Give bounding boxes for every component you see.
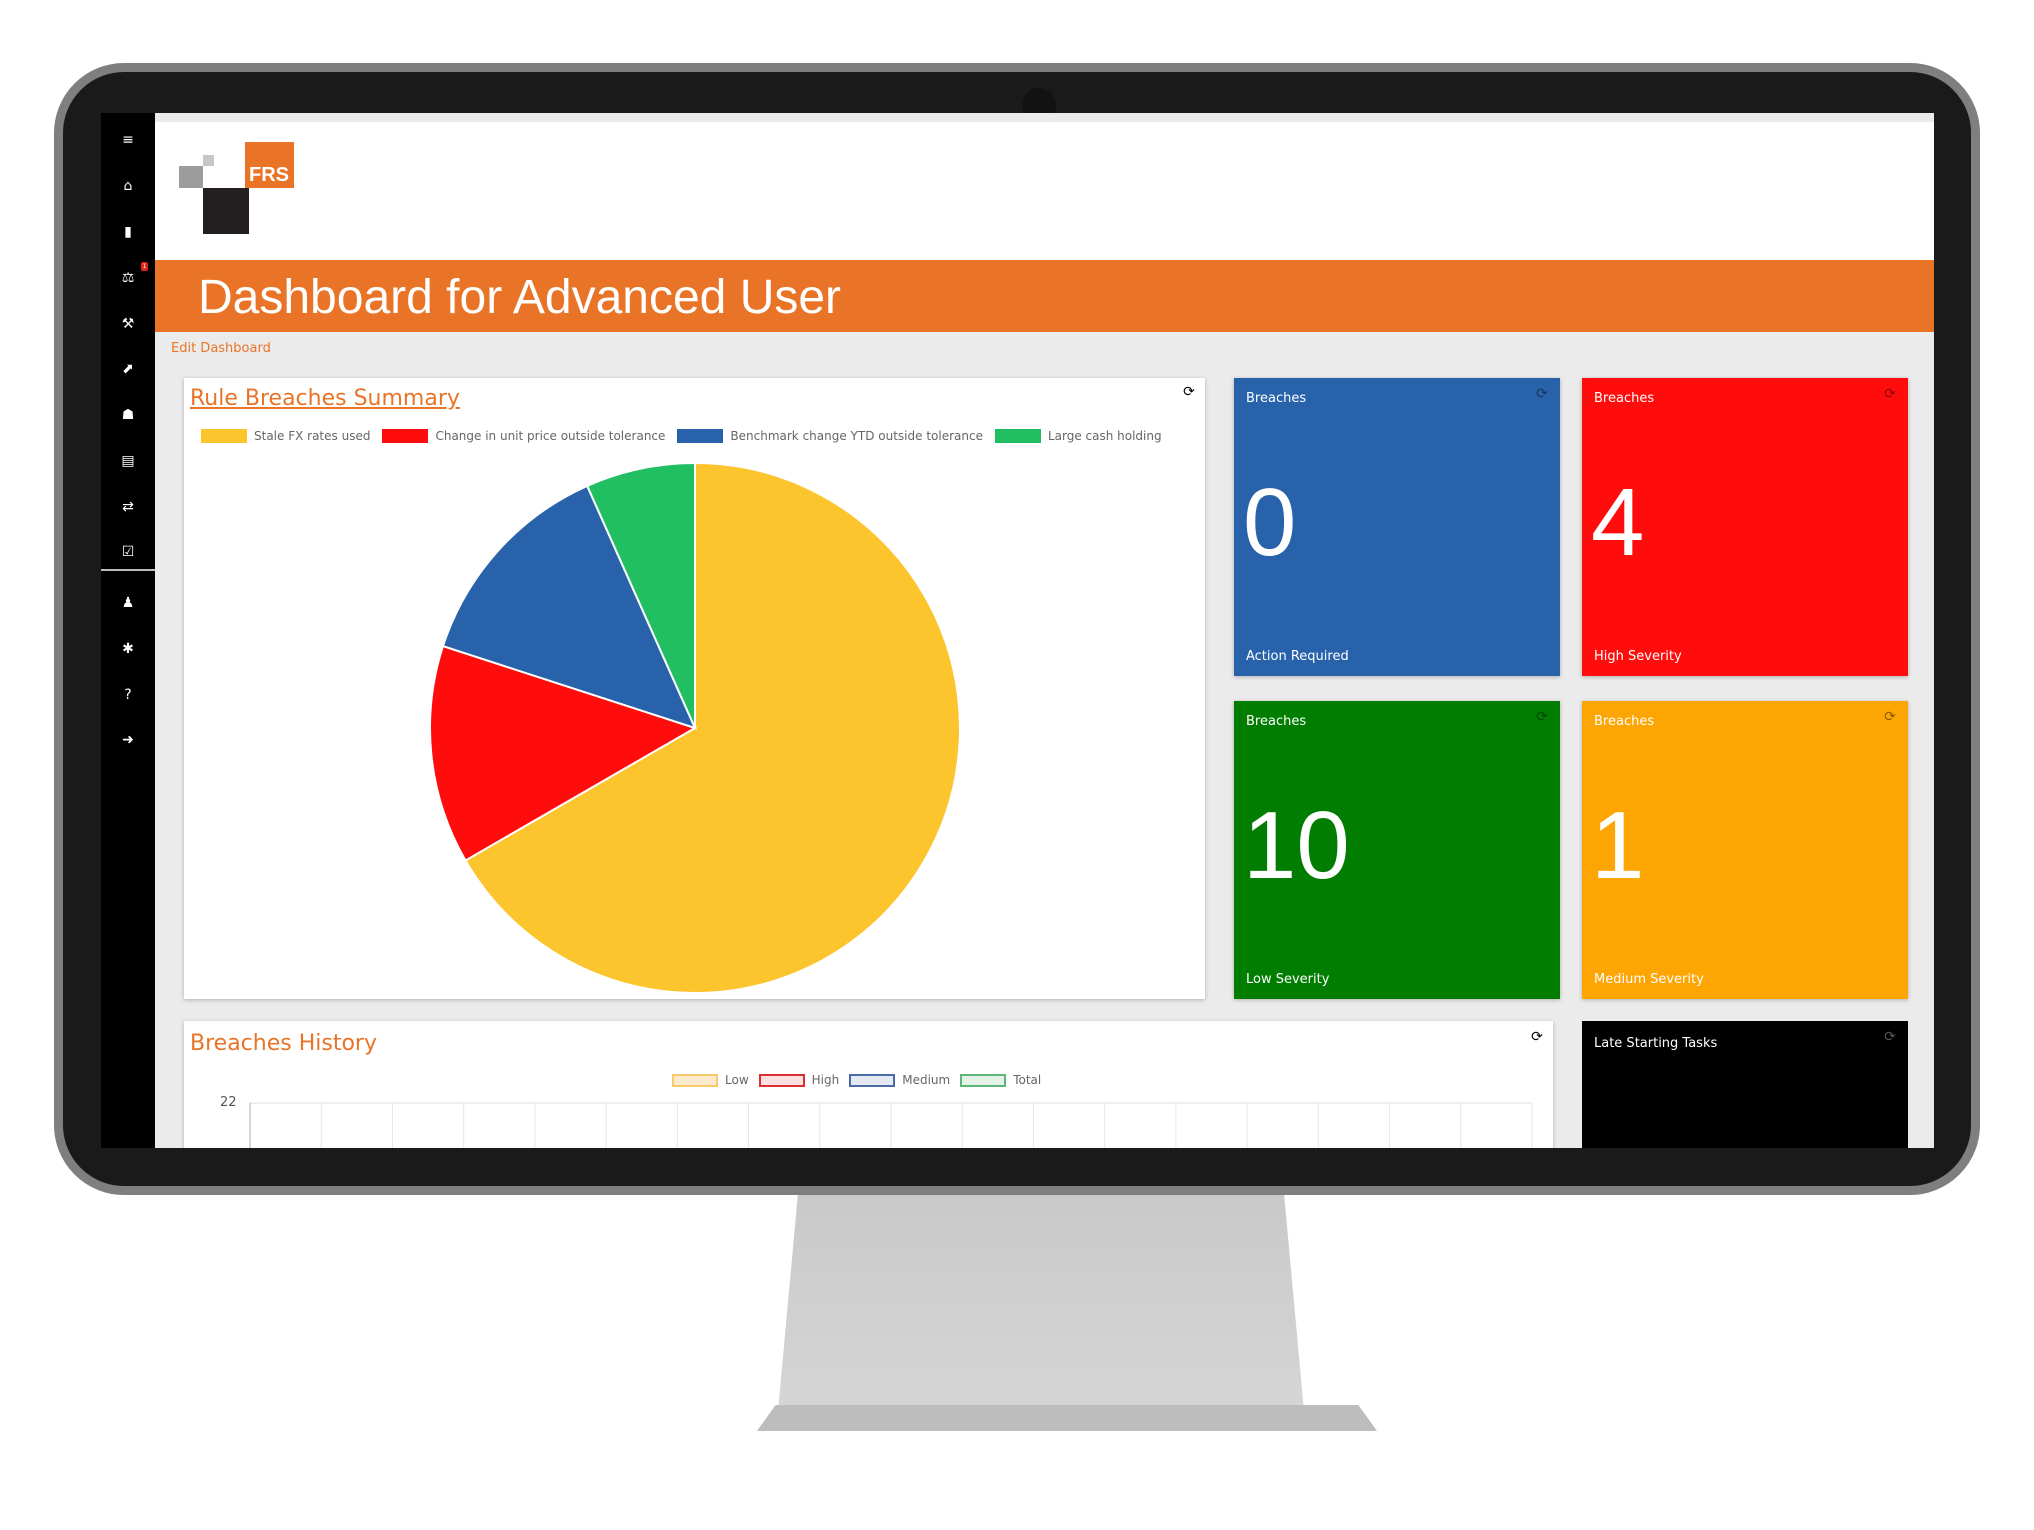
checkbox-icon: ☑ [121,544,135,560]
sidebar-item-home[interactable]: ⌂ [101,166,155,206]
tile-caption: High Severity [1594,649,1682,664]
sign-out-icon: ➜ [122,732,134,748]
sidebar-item-reports[interactable]: ⬈ [101,349,155,389]
legend-entry-cash-holding[interactable]: Large cash holding [994,429,1162,443]
legend-label: Large cash holding [1047,429,1162,443]
sidebar: ≡ ⌂ ▮ ⚖ 1 ⚒ ⬈ ☗ ▤ ⇄ ☑ ♟ ✱ ? ➜ [101,113,155,1148]
home-icon: ⌂ [123,178,133,194]
sidebar-divider [101,569,155,571]
legend-label: Total [1013,1073,1042,1087]
sidebar-item-profile[interactable]: ♟ [101,583,155,623]
tile-heading: Breaches [1594,714,1655,729]
pie-legend: Stale FX rates used Change in unit price… [201,429,1162,443]
sidebar-item-tasks[interactable]: ☑ [101,532,155,572]
cog-icon: ✱ [122,641,134,657]
legend-swatch [960,1073,1007,1087]
refresh-icon[interactable]: ⟳ [1534,709,1550,725]
tile-heading: Breaches [1246,391,1307,406]
legend-swatch [672,1073,718,1087]
tile-value: 10 [1243,792,1350,899]
tile-low-severity[interactable]: Breaches ⟳ 10 Low Severity [1234,701,1560,999]
tile-value: 1 [1591,792,1645,899]
refresh-icon[interactable]: ⟳ [1882,1029,1898,1045]
legend-label: Benchmark change YTD outside tolerance [730,429,983,443]
refresh-icon[interactable]: ⟳ [1534,386,1550,402]
monitor-foot [757,1405,1377,1431]
monitor-neck [777,1192,1305,1422]
menu-icon: ≡ [122,132,134,148]
tile-high-severity[interactable]: Breaches ⟳ 4 High Severity [1582,378,1908,676]
pie-chart [429,461,961,994]
late-tasks-label: Late Starting Tasks [1594,1036,1718,1051]
user-icon: ♟ [121,595,135,611]
tile-value: 4 [1591,469,1645,576]
sidebar-item-compliance[interactable]: ⚖ 1 [101,258,155,298]
sidebar-item-documents[interactable]: ▮ [101,212,155,252]
legend-label: Low [725,1073,749,1087]
header: FRS [155,122,1934,260]
screen: ≡ ⌂ ▮ ⚖ 1 ⚒ ⬈ ☗ ▤ ⇄ ☑ ♟ ✱ ? ➜ FRS Dashboa… [101,113,1934,1148]
frs-logo: FRS [179,142,294,234]
late-starting-tasks-tile[interactable]: Late Starting Tasks ⟳ [1582,1021,1908,1148]
sidebar-item-menu[interactable]: ≡ [101,120,155,160]
refresh-icon[interactable]: ⟳ [1882,709,1898,725]
refresh-icon[interactable]: ⟳ [1882,386,1898,402]
legend-entry-stale-fx[interactable]: Stale FX rates used [201,429,370,443]
legend-swatch [849,1073,896,1087]
exchange-icon: ⇄ [122,499,134,515]
tile-heading: Breaches [1246,714,1307,729]
breaches-history-panel: Breaches History ⟳ Low High Medium Total… [184,1021,1553,1148]
legend-entry-unit-price[interactable]: Change in unit price outside tolerance [382,429,665,443]
legend-label: High [811,1073,840,1087]
tile-action-required[interactable]: Breaches ⟳ 0 Action Required [1234,378,1560,676]
tile-value: 0 [1243,469,1297,576]
help-icon: ? [124,687,132,703]
sidebar-item-help[interactable]: ? [101,675,155,715]
sidebar-item-rules[interactable]: ⚒ [101,304,155,344]
line-chart-icon: ⬈ [122,361,134,377]
legend-swatch [382,429,429,443]
legend-entry-high[interactable]: High [758,1073,840,1087]
gavel-icon: ⚒ [121,316,135,332]
y-tick-label: 22 [220,1095,237,1110]
sidebar-item-users[interactable]: ☗ [101,395,155,435]
legend-label: Stale FX rates used [254,429,371,443]
main-content: FRS Dashboard for Advanced User Edit Das… [155,122,1934,1148]
legend-swatch [201,429,247,443]
page-title: Dashboard for Advanced User [198,271,842,324]
document-icon: ▮ [124,224,132,240]
sidebar-item-sign-out[interactable]: ➜ [101,720,155,760]
tile-heading: Breaches [1594,391,1655,406]
legend-entry-low[interactable]: Low [672,1073,749,1087]
legend-swatch [994,429,1041,443]
legend-entry-total[interactable]: Total [960,1073,1041,1087]
title-banner: Dashboard for Advanced User [155,260,1934,332]
edit-dashboard-link[interactable]: Edit Dashboard [171,341,271,356]
legend-swatch [758,1073,805,1087]
tile-caption: Low Severity [1246,972,1330,987]
sidebar-item-transfers[interactable]: ⇄ [101,487,155,527]
breaches-history-title: Breaches History [190,1031,377,1056]
legend-label: Change in unit price outside tolerance [435,429,666,443]
scale-icon: ⚖ [121,270,135,286]
legend-entry-benchmark[interactable]: Benchmark change YTD outside tolerance [677,429,983,443]
notification-badge: 1 [141,262,148,271]
legend-entry-medium[interactable]: Medium [849,1073,950,1087]
rule-breaches-summary-panel: Rule Breaches Summary ⟳ Stale FX rates u… [184,378,1205,999]
sidebar-item-settings[interactable]: ✱ [101,629,155,669]
refresh-icon[interactable]: ⟳ [1181,384,1197,400]
tile-caption: Action Required [1246,649,1349,664]
legend-swatch [677,429,724,443]
history-legend: Low High Medium Total [672,1073,1041,1087]
logo-text: FRS [249,164,289,186]
users-icon: ☗ [121,407,135,423]
refresh-icon[interactable]: ⟳ [1529,1029,1545,1045]
tile-medium-severity[interactable]: Breaches ⟳ 1 Medium Severity [1582,701,1908,999]
card-icon: ▤ [121,453,135,469]
rule-breaches-summary-title[interactable]: Rule Breaches Summary [190,386,460,411]
legend-label: Medium [902,1073,951,1087]
sidebar-item-accounts[interactable]: ▤ [101,441,155,481]
tile-caption: Medium Severity [1594,972,1704,987]
